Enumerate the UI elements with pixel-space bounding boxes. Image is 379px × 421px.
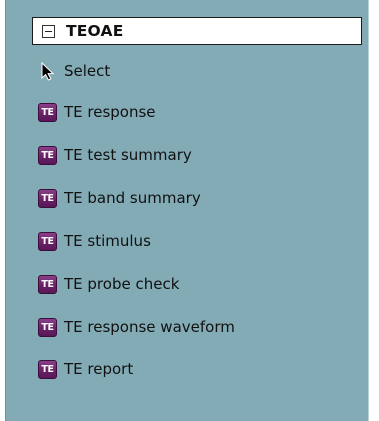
te-module-icon: TE — [38, 274, 57, 294]
select-tool[interactable]: Select — [38, 59, 110, 83]
te-module-icon: TE — [38, 188, 57, 208]
tool-item-label: TE probe check — [64, 275, 180, 293]
arrow-cursor-icon — [38, 61, 57, 81]
group-title: TEOAE — [66, 22, 124, 40]
te-module-icon: TE — [38, 317, 57, 337]
te-module-icon: TE — [38, 145, 57, 165]
te-module-icon: TE — [38, 231, 57, 251]
tool-item-label: TE report — [64, 360, 134, 378]
tool-item-label: TE stimulus — [64, 232, 151, 250]
tool-item-te-probe-check[interactable]: TE TE probe check — [38, 272, 179, 296]
te-module-icon: TE — [38, 359, 57, 379]
tool-item-label: TE band summary — [64, 189, 201, 207]
te-module-icon: TE — [38, 102, 57, 122]
tool-item-te-report[interactable]: TE TE report — [38, 357, 133, 381]
group-header-teoae[interactable]: TEOAE — [32, 17, 362, 45]
tool-item-label: TE response waveform — [64, 318, 235, 336]
tool-item-te-response[interactable]: TE TE response — [38, 100, 156, 124]
tool-item-te-stimulus[interactable]: TE TE stimulus — [38, 229, 151, 253]
select-tool-label: Select — [64, 62, 111, 80]
tool-item-label: TE test summary — [64, 146, 192, 164]
tool-item-te-response-waveform[interactable]: TE TE response waveform — [38, 315, 235, 339]
tool-item-te-test-summary[interactable]: TE TE test summary — [38, 143, 192, 167]
tool-item-label: TE response — [64, 103, 156, 121]
collapse-minus-icon[interactable] — [42, 24, 55, 38]
toolbox-panel: TEOAE Select TE TE response TE TE test s… — [5, 0, 369, 421]
tool-item-te-band-summary[interactable]: TE TE band summary — [38, 186, 201, 210]
